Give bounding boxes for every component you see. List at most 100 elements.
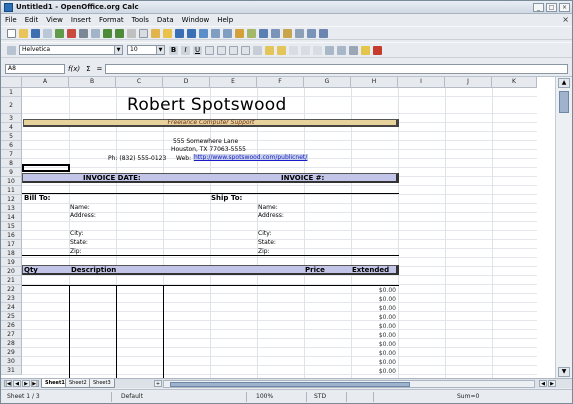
find-replace-icon[interactable] [259,28,268,38]
row-header[interactable]: 28 [1,339,22,348]
row-header[interactable]: 29 [1,348,22,357]
justify-icon[interactable] [241,45,250,55]
row-header[interactable]: 6 [1,141,22,150]
page-preview-icon[interactable] [91,28,100,38]
standard-format-icon[interactable] [289,45,298,55]
background-color-icon[interactable] [361,45,370,55]
undo-icon[interactable] [175,28,184,38]
row-header[interactable]: 27 [1,330,22,339]
row-header[interactable]: 30 [1,357,22,366]
row-header[interactable]: 5 [1,132,22,141]
column-header[interactable]: H [351,77,398,88]
cut-icon[interactable] [127,28,136,38]
close-document-icon[interactable]: × [562,15,569,24]
format-paintbrush-icon[interactable] [163,28,172,38]
menu-view[interactable]: View [46,16,63,24]
row-header[interactable]: 31 [1,366,22,375]
select-all-corner[interactable] [1,77,22,88]
row-header[interactable]: 4 [1,123,22,132]
close-button[interactable]: × [559,2,570,12]
row-header[interactable]: 9 [1,168,22,177]
navigator-icon[interactable] [271,28,280,38]
data-sources-icon[interactable] [295,28,304,38]
row-header[interactable]: 1 [1,88,22,97]
underline-icon[interactable]: U [193,45,202,55]
row-header[interactable]: 7 [1,150,22,159]
menu-insert[interactable]: Insert [71,16,91,24]
tab-sheet2[interactable]: Sheet2 [65,379,91,388]
new-icon[interactable] [7,28,16,38]
add-decimal-icon[interactable] [301,45,310,55]
active-cell-cursor[interactable] [22,164,70,172]
function-icon[interactable]: = [97,65,103,73]
help-icon[interactable] [319,28,328,38]
function-wizard-icon[interactable]: f(x) [68,65,80,73]
row-header[interactable]: 16 [1,231,22,240]
menu-data[interactable]: Data [157,16,174,24]
row-header[interactable]: 22 [1,285,22,294]
scroll-up-icon[interactable]: ▲ [558,78,570,88]
row-header[interactable]: 25 [1,312,22,321]
menu-help[interactable]: Help [217,16,233,24]
sort-ascending-icon[interactable] [211,28,220,38]
sum-icon[interactable]: Σ [86,65,90,73]
scroll-right-icon[interactable]: ▶ [548,380,556,387]
percent-format-icon[interactable] [277,45,286,55]
borders-icon[interactable] [349,45,358,55]
column-header[interactable]: I [398,77,445,88]
paste-icon[interactable] [151,28,160,38]
row-header[interactable]: 19 [1,258,22,267]
row-header[interactable]: 3 [1,114,22,123]
first-sheet-icon[interactable]: |◀ [4,380,12,387]
row-header[interactable]: 2 [1,97,22,114]
row-header[interactable]: 26 [1,321,22,330]
last-sheet-icon[interactable]: ▶| [31,380,39,387]
menu-file[interactable]: File [5,16,17,24]
menu-tools[interactable]: Tools [132,16,149,24]
row-header[interactable]: 18 [1,249,22,258]
selection-mode[interactable]: STD [314,393,326,400]
scroll-down-icon[interactable]: ▼ [558,367,570,377]
column-header[interactable]: A [22,77,69,88]
row-header[interactable]: 24 [1,303,22,312]
previous-sheet-icon[interactable]: ◀ [13,380,21,387]
row-header[interactable]: 12 [1,195,22,204]
chart-icon[interactable] [235,28,244,38]
styles-formatting-icon[interactable] [7,45,16,55]
spellcheck-icon[interactable] [103,28,112,38]
next-sheet-icon[interactable]: ▶ [22,380,30,387]
row-header[interactable]: 15 [1,222,22,231]
minimize-button[interactable]: _ [533,2,544,12]
web-link[interactable]: http://www.spotswood.com/publicnet/ [193,154,309,161]
align-right-icon[interactable] [229,45,238,55]
row-header[interactable]: 17 [1,240,22,249]
maximize-button[interactable]: □ [546,2,557,12]
align-left-icon[interactable] [205,45,214,55]
open-icon[interactable] [19,28,28,38]
vertical-scrollbar[interactable]: ▲ ▼ [555,77,572,378]
scroll-thumb[interactable] [559,91,569,113]
row-header[interactable]: 13 [1,204,22,213]
horizontal-scrollbar[interactable] [163,380,535,388]
column-header[interactable]: F [257,77,304,88]
export-pdf-icon[interactable] [67,28,76,38]
row-header[interactable]: 23 [1,294,22,303]
edit-file-icon[interactable] [55,28,64,38]
title-bar[interactable]: Untitled1 - OpenOffice.org Calc _ □ × [1,1,572,14]
decrease-indent-icon[interactable] [325,45,334,55]
font-color-icon[interactable] [373,45,382,55]
row-header[interactable]: 20 [1,267,22,276]
column-header[interactable]: K [492,77,537,88]
gallery-icon[interactable] [283,28,292,38]
row-header[interactable]: 8 [1,159,22,168]
column-header[interactable]: B [69,77,116,88]
name-box[interactable]: A8 [5,64,65,74]
menu-edit[interactable]: Edit [25,16,39,24]
row-header[interactable]: 11 [1,186,22,195]
menu-window[interactable]: Window [182,16,210,24]
scroll-thumb[interactable] [170,382,410,387]
column-header[interactable]: D [163,77,210,88]
column-header[interactable]: E [210,77,257,88]
delete-decimal-icon[interactable] [313,45,322,55]
tab-splitter-icon[interactable]: + [154,380,162,387]
